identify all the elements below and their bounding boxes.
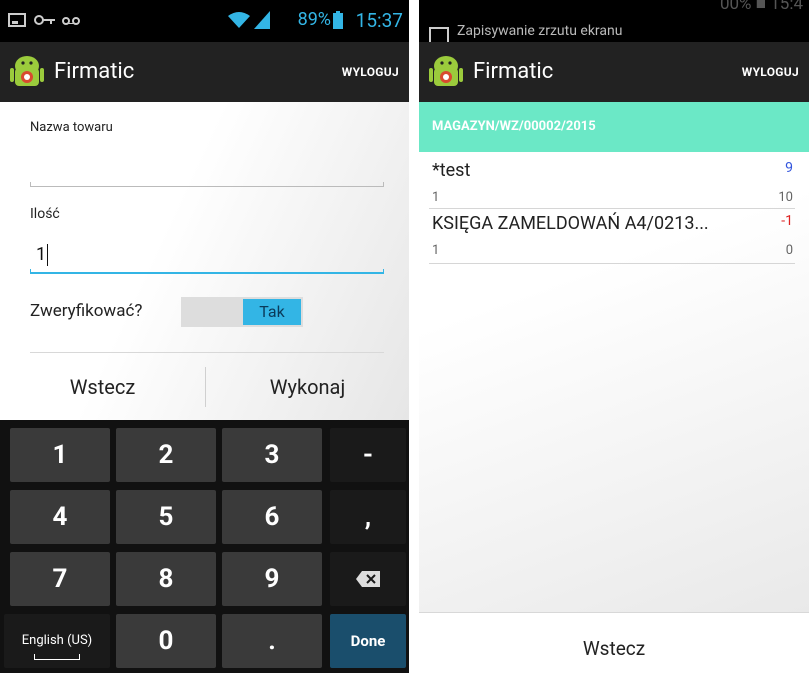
numeric-keyboard: 1 2 3 - 4 5 6 , 7 8 9 English (US) 0 . D… [0, 420, 409, 673]
item-quantity: 1 [432, 243, 440, 258]
android-app-icon[interactable] [10, 53, 44, 91]
screenshot-toast: Zapisywanie zrzutu ekranu [457, 23, 623, 39]
item-divider [429, 263, 795, 264]
item-verified-count: -1 [781, 213, 793, 229]
clock: 15:37 [355, 9, 403, 32]
item-verified-count: 9 [785, 160, 793, 176]
verify-toggle[interactable]: Tak [181, 297, 303, 327]
spacebar-indicator [34, 654, 80, 660]
key-1[interactable]: 1 [10, 428, 110, 482]
back-button[interactable]: Wstecz [0, 355, 205, 420]
battery-icon [333, 11, 343, 29]
item-name: *test [432, 160, 471, 181]
quantity-label: Ilość [30, 206, 60, 222]
quantity-input[interactable]: 1 [36, 244, 49, 267]
divider [30, 352, 384, 353]
backspace-key[interactable] [330, 552, 406, 606]
logout-button[interactable]: WYLOGUJ [342, 65, 399, 79]
button-bar: Wstecz Wykonaj [0, 355, 409, 420]
key-0[interactable]: 0 [116, 614, 216, 668]
status-bar: 00% ■ 15:4 Zapisywanie zrzutu ekranu [419, 0, 809, 42]
execute-button[interactable]: Wykonaj [206, 355, 409, 420]
key-6[interactable]: 6 [222, 490, 322, 544]
action-bar: Firmatic WYLOGUJ [0, 42, 409, 102]
backspace-icon [356, 571, 380, 588]
language-key[interactable]: English (US) [4, 614, 110, 668]
key-4[interactable]: 4 [10, 490, 110, 544]
key-7[interactable]: 7 [10, 552, 110, 606]
product-name-underline [30, 182, 384, 187]
app-title: Firmatic [54, 59, 135, 84]
quantity-value: 1 [36, 244, 47, 265]
status-bar: 89% 15:37 [0, 0, 409, 42]
item-total: 0 [785, 243, 793, 258]
screenshot-icon [429, 27, 449, 42]
product-name-input[interactable] [30, 150, 384, 186]
language-label: English (US) [21, 633, 93, 648]
key-comma[interactable]: , [330, 490, 406, 544]
left-screen: 89% 15:37 Firmatic WYLOGUJ Nazwa towaru … [0, 0, 409, 673]
screenshot-icon [8, 13, 26, 27]
item-name: KSIĘGA ZAMELDOWAŃ A4/0213... [432, 213, 709, 234]
document-number: MAGAZYN/WZ/00002/2015 [432, 119, 596, 134]
android-app-icon[interactable] [429, 53, 463, 91]
key-8[interactable]: 8 [116, 552, 216, 606]
back-button[interactable]: Wstecz [419, 612, 809, 673]
item-quantity: 1 [432, 190, 440, 205]
right-screen: 00% ■ 15:4 Zapisywanie zrzutu ekranu Fir… [419, 0, 809, 673]
logout-button[interactable]: WYLOGUJ [742, 65, 799, 79]
voicemail-icon [62, 17, 80, 25]
item-total: 10 [778, 190, 793, 205]
document-header: MAGAZYN/WZ/00002/2015 [419, 102, 809, 152]
signal-icon [254, 11, 270, 29]
key-3[interactable]: 3 [222, 428, 322, 482]
done-key[interactable]: Done [330, 614, 406, 668]
text-caret [47, 244, 49, 267]
list-area [419, 102, 809, 612]
verify-label: Zweryfikować? [30, 301, 143, 321]
key-5[interactable]: 5 [116, 490, 216, 544]
status-ghost-text: 00% ■ 15:4 [719, 0, 803, 14]
action-bar: Firmatic WYLOGUJ [419, 42, 809, 102]
item-divider [429, 208, 795, 209]
product-name-label: Nazwa towaru [30, 120, 113, 135]
key-2[interactable]: 2 [116, 428, 216, 482]
key-minus[interactable]: - [330, 428, 406, 482]
quantity-underline [30, 269, 384, 274]
key-icon [34, 15, 55, 25]
verify-toggle-on: Tak [243, 299, 301, 325]
battery-percent: 89% [297, 9, 331, 30]
app-title: Firmatic [473, 59, 554, 84]
key-period[interactable]: . [222, 614, 322, 668]
key-9[interactable]: 9 [222, 552, 322, 606]
wifi-icon [228, 12, 250, 28]
